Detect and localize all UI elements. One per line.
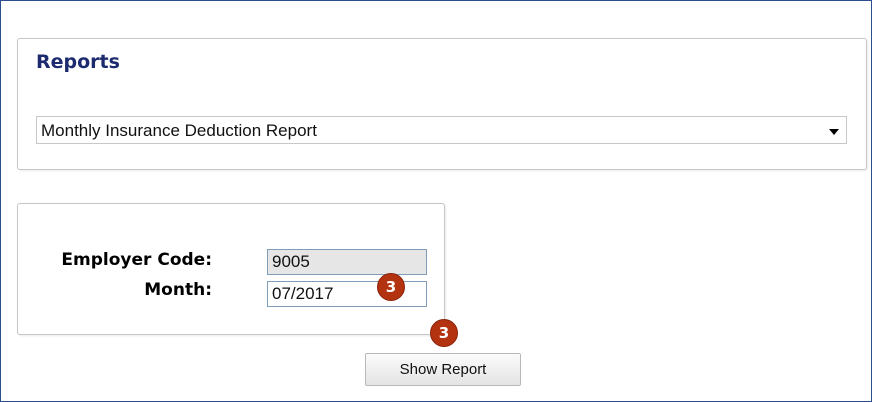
show-report-button[interactable]: Show Report	[365, 353, 521, 386]
reports-panel: Reports Monthly Insurance Deduction Repo…	[17, 38, 867, 170]
parameters-panel: Employer Code: 9005 Month: 07/2017	[17, 203, 445, 335]
report-window: Reports Monthly Insurance Deduction Repo…	[0, 0, 872, 402]
step-callout-month: 3	[377, 273, 405, 301]
month-label: Month:	[144, 280, 212, 300]
report-select-value: Monthly Insurance Deduction Report	[41, 121, 317, 140]
step-callout-button: 3	[430, 319, 458, 347]
reports-title: Reports	[36, 51, 120, 73]
chevron-down-icon[interactable]	[829, 129, 839, 135]
report-type-select[interactable]: Monthly Insurance Deduction Report	[36, 116, 847, 144]
employer-code-label: Employer Code:	[61, 250, 212, 270]
employer-code-field: 9005	[267, 249, 427, 275]
